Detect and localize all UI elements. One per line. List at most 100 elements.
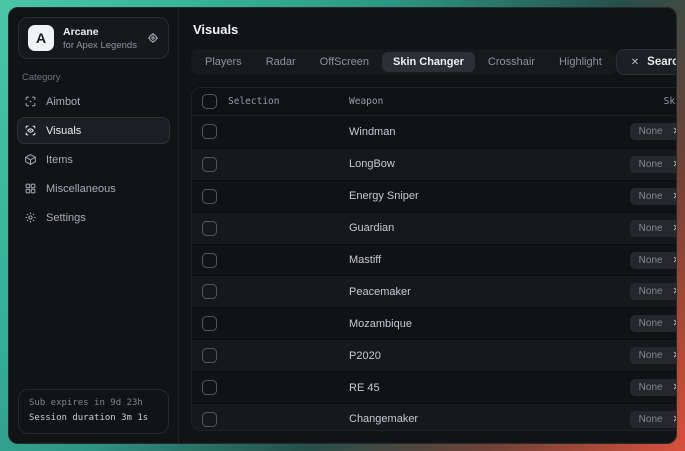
sidebar-item-label: Settings: [46, 212, 86, 224]
skin-value: None: [639, 350, 663, 361]
sidebar-item-aimbot[interactable]: Aimbot: [17, 88, 170, 115]
skin-value: None: [639, 318, 663, 329]
sidebar-item-label: Miscellaneous: [46, 183, 116, 195]
table-row: Windman None ✕: [192, 116, 677, 148]
sidebar-nav: Aimbot Visuals Items: [9, 87, 178, 232]
column-header-selection: Selection: [228, 96, 279, 107]
sidebar: A Arcane for Apex Legends Category: [9, 8, 179, 443]
skin-badge[interactable]: None ✕: [630, 220, 677, 237]
row-checkbox[interactable]: [202, 124, 217, 139]
skin-badge[interactable]: None ✕: [630, 379, 677, 396]
main-panel: Visuals Players Radar OffScreen Skin Cha…: [179, 8, 677, 443]
clear-skin-icon[interactable]: ✕: [673, 350, 677, 361]
tab-players[interactable]: Players: [194, 52, 253, 72]
sub-expiry-text: Sub expires in 9d 23h: [29, 396, 158, 411]
table-row: Mastiff None ✕: [192, 244, 677, 276]
sidebar-item-label: Visuals: [46, 125, 81, 137]
tab-crosshair[interactable]: Crosshair: [477, 52, 546, 72]
table-row: Peacemaker None ✕: [192, 275, 677, 307]
tab-skin-changer[interactable]: Skin Changer: [382, 52, 475, 72]
clear-skin-icon[interactable]: ✕: [673, 286, 677, 297]
skin-value: None: [639, 223, 663, 234]
skin-value: None: [639, 286, 663, 297]
gear-icon: [24, 211, 37, 224]
app-header-card: A Arcane for Apex Legends: [18, 17, 169, 59]
skin-badge[interactable]: None ✕: [630, 411, 677, 428]
table-row: Changemaker None ✕: [192, 403, 677, 431]
tab-bar: Players Radar OffScreen Skin Changer Cro…: [191, 49, 616, 75]
row-checkbox[interactable]: [202, 316, 217, 331]
row-checkbox[interactable]: [202, 253, 217, 268]
row-checkbox[interactable]: [202, 221, 217, 236]
app-logo: A: [28, 25, 54, 51]
weapon-name: P2020: [349, 350, 381, 362]
search-button-label: Search: [647, 56, 677, 68]
clear-skin-icon[interactable]: ✕: [673, 255, 677, 266]
skin-value: None: [639, 159, 663, 170]
weapon-name: Windman: [349, 126, 395, 138]
sidebar-item-items[interactable]: Items: [17, 146, 170, 173]
table-row: Mozambique None ✕: [192, 307, 677, 339]
skin-value: None: [639, 382, 663, 393]
clear-skin-icon[interactable]: ✕: [673, 159, 677, 170]
skin-value: None: [639, 126, 663, 137]
column-header-skin: Skin: [664, 96, 677, 107]
column-header-weapon: Weapon: [349, 96, 383, 107]
app-subtitle: for Apex Legends: [63, 40, 138, 51]
clear-skin-icon[interactable]: ✕: [673, 318, 677, 329]
weapon-name: Changemaker: [349, 413, 418, 425]
search-icon: ✕: [631, 57, 639, 68]
row-checkbox[interactable]: [202, 348, 217, 363]
tab-radar[interactable]: Radar: [255, 52, 307, 72]
row-checkbox[interactable]: [202, 284, 217, 299]
table-row: Guardian None ✕: [192, 212, 677, 244]
weapon-name: Peacemaker: [349, 286, 411, 298]
app-title: Arcane: [63, 26, 138, 38]
skin-badge[interactable]: None ✕: [630, 252, 677, 269]
table-header-row: Selection Weapon Skin: [192, 88, 677, 116]
table-row: LongBow None ✕: [192, 148, 677, 180]
app-window: A Arcane for Apex Legends Category: [8, 7, 677, 444]
category-label: Category: [22, 72, 178, 83]
row-checkbox[interactable]: [202, 412, 217, 427]
tab-offscreen[interactable]: OffScreen: [309, 52, 380, 72]
skin-badge[interactable]: None ✕: [630, 347, 677, 364]
sidebar-item-visuals[interactable]: Visuals: [17, 117, 170, 144]
clear-skin-icon[interactable]: ✕: [673, 191, 677, 202]
crosshair-icon: [24, 95, 37, 108]
subscription-info-card: Sub expires in 9d 23h Session duration 3…: [18, 389, 169, 434]
sidebar-item-miscellaneous[interactable]: Miscellaneous: [17, 175, 170, 202]
select-all-checkbox[interactable]: [202, 94, 217, 109]
weapon-name: Energy Sniper: [349, 190, 419, 202]
table-row: P2020 None ✕: [192, 339, 677, 371]
search-button[interactable]: ✕ Search: [616, 49, 677, 75]
skin-badge[interactable]: None ✕: [630, 123, 677, 140]
row-checkbox[interactable]: [202, 189, 217, 204]
clear-skin-icon[interactable]: ✕: [673, 223, 677, 234]
eye-scan-icon: [24, 124, 37, 137]
skin-value: None: [639, 255, 663, 266]
grid-icon: [24, 182, 37, 195]
skin-table: Selection Weapon Skin Windman None ✕ Lon…: [191, 87, 677, 431]
table-row: Energy Sniper None ✕: [192, 180, 677, 212]
weapon-name: RE 45: [349, 382, 380, 394]
skin-badge[interactable]: None ✕: [630, 188, 677, 205]
weapon-name: Guardian: [349, 222, 394, 234]
gear-icon[interactable]: [147, 32, 159, 44]
sidebar-item-settings[interactable]: Settings: [17, 204, 170, 231]
clear-skin-icon[interactable]: ✕: [673, 126, 677, 137]
row-checkbox[interactable]: [202, 157, 217, 172]
sidebar-item-label: Items: [46, 154, 73, 166]
clear-skin-icon[interactable]: ✕: [673, 414, 677, 425]
row-checkbox[interactable]: [202, 380, 217, 395]
skin-badge[interactable]: None ✕: [630, 156, 677, 173]
skin-badge[interactable]: None ✕: [630, 283, 677, 300]
skin-value: None: [639, 191, 663, 202]
tab-highlight[interactable]: Highlight: [548, 52, 613, 72]
weapon-name: Mozambique: [349, 318, 412, 330]
skin-badge[interactable]: None ✕: [630, 315, 677, 332]
weapon-name: LongBow: [349, 158, 395, 170]
box-icon: [24, 153, 37, 166]
clear-skin-icon[interactable]: ✕: [673, 382, 677, 393]
table-row: RE 45 None ✕: [192, 371, 677, 403]
